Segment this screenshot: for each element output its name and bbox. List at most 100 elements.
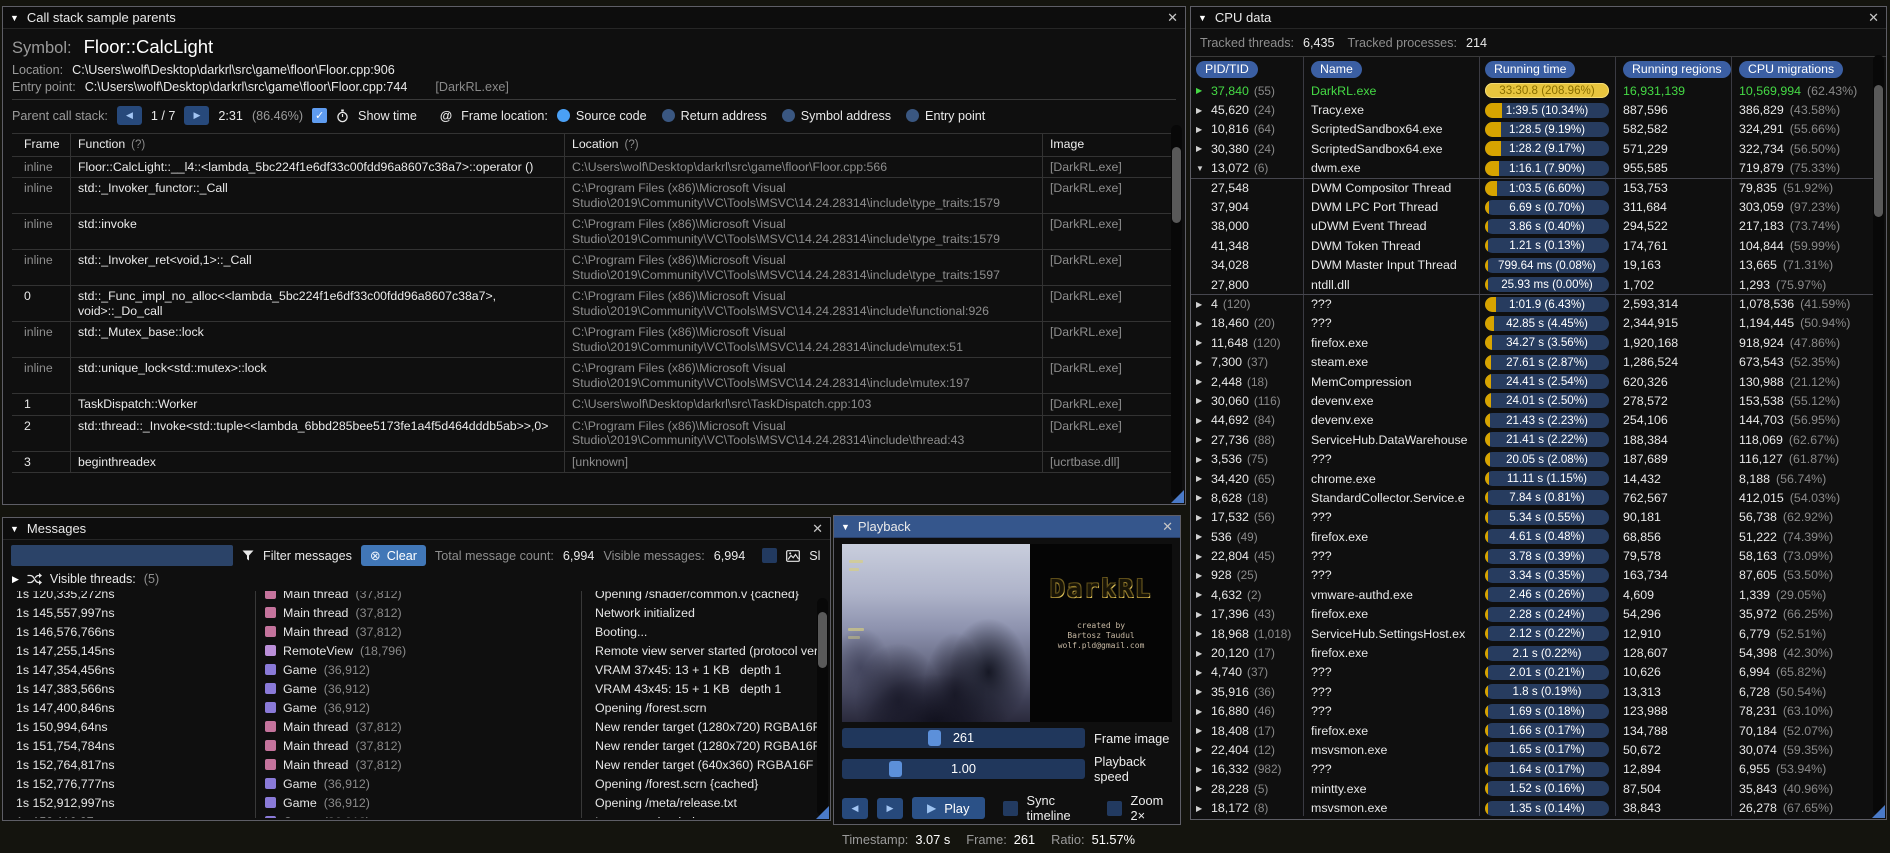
clear-button[interactable]: ⊗ Clear — [360, 545, 426, 566]
radio-symbol-address[interactable]: Symbol address — [781, 109, 891, 123]
cpu-process-row[interactable]: ▶ 4,740 (37)??? 2.01 s (0.21%) 10,626 6,994 (6… — [1191, 662, 1873, 683]
message-row[interactable]: 1s 147,255,145ns RemoteView (18,796) Remote… — [3, 641, 817, 660]
message-row[interactable]: 1s 120,335,272ns Main thread (37,812) Openi… — [3, 591, 817, 603]
col-cpu-migrations[interactable]: CPU migrations — [1731, 57, 1886, 81]
message-row[interactable]: 1s 147,383,566ns Game (36,912) VRAM 43x45: … — [3, 679, 817, 698]
cpu-process-row[interactable]: ▶ 44,692 (84) devenv.exe 21.43 s (2.23%) 254,… — [1191, 410, 1873, 431]
caret-right-icon[interactable]: ▶ — [1196, 125, 1211, 134]
resize-grip[interactable] — [816, 806, 829, 819]
cpu-process-row[interactable]: ▶ 22,804 (45)??? 3.78 s (0.39%) 79,578 58,163… — [1191, 546, 1873, 566]
caret-right-icon[interactable]: ▶ — [1196, 804, 1211, 813]
caret-right-icon[interactable]: ▶ — [1196, 106, 1211, 115]
caret-right-icon[interactable]: ▶ — [1196, 726, 1211, 735]
caret-right-icon[interactable]: ▶ — [1196, 532, 1211, 541]
col-location[interactable]: Location (?) — [564, 134, 1042, 156]
scrollbar-thumb[interactable] — [1874, 85, 1883, 217]
expand-icon[interactable]: ▶ — [12, 574, 19, 585]
caret-right-icon[interactable]: ▶ — [1196, 552, 1211, 561]
caret-right-icon[interactable]: ▶ — [1196, 687, 1211, 696]
caret-right-icon[interactable]: ▶ — [1196, 745, 1211, 754]
caret-right-icon[interactable]: ▶ — [1196, 396, 1211, 405]
cpu-process-row[interactable]: ▶ 2,448 (18) MemCompression 24.41 s (2.54%) 6… — [1191, 371, 1873, 392]
caret-right-icon[interactable]: ▶ — [1196, 86, 1211, 95]
scrollbar[interactable] — [817, 598, 828, 816]
callstack-row[interactable]: inline std::_Invoker_functor::_Call C:\Pro… — [12, 178, 1176, 214]
message-row[interactable]: 1s 152,912,997ns Game (36,912) Opening /met… — [3, 793, 817, 812]
callstack-row[interactable]: 3 beginthreadex [unknown] [ucrtbase.dll] — [12, 451, 1176, 473]
callstack-row[interactable]: 1 TaskDispatch::Worker C:\Users\wolf\Deskt… — [12, 394, 1176, 416]
cpu-process-row[interactable]: ▶ 3,536 (75)??? 20.05 s (2.08%) 187,689 116,1… — [1191, 449, 1873, 469]
frame-image-slider[interactable]: 261 — [842, 728, 1085, 748]
visible-threads-row[interactable]: ▶ Visible threads: (5) — [3, 571, 830, 591]
caret-right-icon[interactable]: ▶ — [1196, 435, 1211, 444]
callstack-row[interactable]: inline std::unique_lock<std::mutex>::lock… — [12, 358, 1176, 394]
cpu-process-row[interactable]: ▶ 34,420 (65) chrome.exe 11.11 s (1.15%) 14,4… — [1191, 468, 1873, 489]
callstack-row[interactable]: inline std::_Invoker_ret<void,1>::_Call C:… — [12, 250, 1176, 286]
caret-right-icon[interactable]: ▶ — [1196, 416, 1211, 425]
message-row[interactable]: 1s 152,764,817ns Main thread (37,812) New r… — [3, 755, 817, 774]
message-row[interactable]: 1s 150,994,64ns Main thread (37,812) New re… — [3, 717, 817, 736]
caret-right-icon[interactable]: ▶ — [1196, 610, 1211, 619]
show-time-checkbox[interactable]: ✓ — [312, 108, 328, 123]
scrollbar[interactable] — [1873, 55, 1884, 815]
cpu-thread-row[interactable]: 41,348 DWM Token Thread 1.21 s (0.13%) 174,… — [1191, 236, 1873, 256]
cpu-process-row[interactable]: ▶ 18,968 (1,018) ServiceHub.SettingsHost.ex… — [1191, 623, 1873, 644]
cpu-thread-row[interactable]: 27,800 ntdll.dll 25.93 ms (0.00%) 1,702 1,29… — [1191, 274, 1873, 295]
message-row[interactable]: 1s 146,576,766ns Main thread (37,812) Booti… — [3, 622, 817, 641]
cpu-process-row[interactable]: ▶ 7,300 (37) steam.exe 27.61 s (2.87%) 1,286,… — [1191, 352, 1873, 372]
next-stack-button[interactable]: ▶ — [184, 106, 210, 125]
caret-right-icon[interactable]: ▶ — [1196, 319, 1211, 328]
radio-source-code[interactable]: Source code — [556, 109, 647, 123]
cpu-process-row[interactable]: ▶ 4 (120)??? 1:01.9 (6.43%) 2,593,314 1,078,5… — [1191, 294, 1873, 314]
close-icon[interactable]: ✕ — [1868, 11, 1879, 24]
message-filter-input[interactable] — [11, 545, 233, 566]
radio-entry-point[interactable]: Entry point — [906, 109, 985, 123]
cpu-process-row[interactable]: ▶ 10,816 (64) ScriptedSandbox64.exe 1:28.5 (… — [1191, 119, 1873, 140]
collapse-icon[interactable]: ▼ — [1198, 13, 1207, 23]
caret-right-icon[interactable]: ▶ — [1196, 300, 1211, 309]
caret-right-icon[interactable]: ▶ — [1196, 377, 1211, 386]
cpu-process-row[interactable]: ▶ 11,648 (120) firefox.exe 34.27 s (3.56%) 1,… — [1191, 333, 1873, 353]
cpu-process-row[interactable]: ▶ 16,332 (982)??? 1.64 s (0.17%) 12,894 6,955… — [1191, 759, 1873, 780]
col-name[interactable]: Name — [1303, 57, 1479, 81]
col-frame[interactable]: Frame — [12, 134, 70, 156]
caret-right-icon[interactable]: ▶ — [1196, 784, 1211, 793]
resize-grip[interactable] — [1872, 805, 1885, 818]
cpu-process-row[interactable]: ▶ 37,840 (55) DarkRL.exe 33:30.8 (208.96%) 16… — [1191, 81, 1873, 101]
cpu-thread-row[interactable]: 34,028 DWM Master Input Thread 799.64 ms (… — [1191, 255, 1873, 275]
caret-right-icon[interactable]: ▶ — [1196, 144, 1211, 153]
col-running-regions[interactable]: Running regions — [1615, 57, 1731, 81]
caret-right-icon[interactable]: ▶ — [1196, 338, 1211, 347]
cpu-process-row[interactable]: ▶ 22,404 (12) msvsmon.exe 1.65 s (0.17%) 50,6… — [1191, 740, 1873, 760]
cpu-process-row[interactable]: ▶ 45,620 (24) Tracy.exe 1:39.5 (10.34%) 887,5… — [1191, 100, 1873, 120]
caret-right-icon[interactable]: ▶ — [1196, 513, 1211, 522]
prev-frame-button[interactable]: ◀ — [842, 797, 868, 819]
message-row[interactable]: 1s 147,400,846ns Game (36,912) Opening /for… — [3, 698, 817, 717]
cpu-thread-row[interactable]: 37,904 DWM LPC Port Thread 6.69 s (0.70%) 3… — [1191, 197, 1873, 217]
caret-down-icon[interactable]: ▼ — [1196, 164, 1211, 173]
collapse-icon[interactable]: ▼ — [841, 522, 850, 532]
close-icon[interactable]: ✕ — [1162, 520, 1173, 533]
scrollbar-thumb[interactable] — [818, 612, 827, 668]
cpu-process-row[interactable]: ▶ 20,120 (17) firefox.exe 2.1 s (0.22%) 128,6… — [1191, 643, 1873, 663]
message-row[interactable]: 1s 151,754,784ns Main thread (37,812) New r… — [3, 736, 817, 755]
cpu-process-row[interactable]: ▼ 13,072 (6) dwm.exe 1:16.1 (7.90%) 955,585 71… — [1191, 158, 1873, 178]
message-row[interactable]: 1s 153,116,37ns Game (36,912) Intro menu lo… — [3, 812, 817, 818]
cpu-process-row[interactable]: ▶ 18,172 (8) msvsmon.exe 1.35 s (0.14%) 38,84… — [1191, 798, 1873, 816]
cpu-process-row[interactable]: ▶ 16,880 (46)??? 1.69 s (0.18%) 123,988 78,23… — [1191, 701, 1873, 721]
zoom-2x-checkbox[interactable] — [1106, 800, 1122, 816]
caret-right-icon[interactable]: ▶ — [1196, 707, 1211, 716]
cpu-process-row[interactable]: ▶ 18,460 (20)??? 42.85 s (4.45%) 2,344,915 1,… — [1191, 313, 1873, 334]
playback-speed-slider[interactable]: 1.00 — [842, 759, 1085, 779]
col-running-time[interactable]: Running time — [1479, 57, 1615, 81]
callstack-row[interactable]: 2 std::thread::_Invoke<std::tuple<<lambda… — [12, 415, 1176, 452]
callstack-row[interactable]: inline Floor::CalcLight::__l4::<lambda_5b… — [12, 156, 1176, 178]
caret-right-icon[interactable]: ▶ — [1196, 649, 1211, 658]
cpu-process-row[interactable]: ▶ 30,060 (116) devenv.exe 24.01 s (2.50%) 278… — [1191, 391, 1873, 411]
close-icon[interactable]: ✕ — [812, 522, 823, 535]
cpu-thread-row[interactable]: 27,548 DWM Compositor Thread 1:03.5 (6.60%… — [1191, 177, 1873, 198]
col-pid-tid[interactable]: PID/TID — [1191, 57, 1303, 81]
cpu-process-row[interactable]: ▶ 536 (49) firefox.exe 4.61 s (0.48%) 68,856 5… — [1191, 526, 1873, 547]
caret-right-icon[interactable]: ▶ — [1196, 455, 1211, 464]
caret-right-icon[interactable]: ▶ — [1196, 629, 1211, 638]
